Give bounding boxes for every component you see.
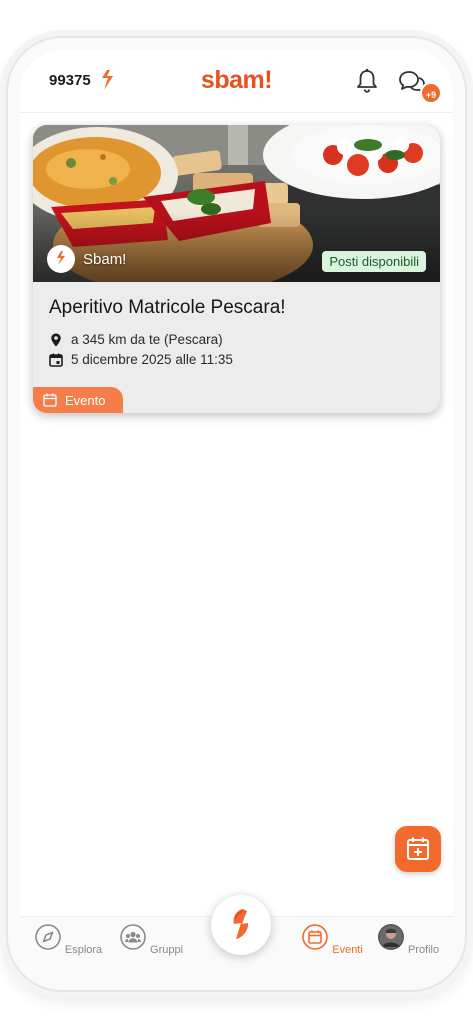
- chat-badge: +9: [420, 82, 442, 104]
- location-pin-icon: [51, 333, 61, 346]
- event-date: 5 dicembre 2025 alle 11:35: [71, 352, 233, 367]
- nav-sbam-home[interactable]: [211, 895, 271, 955]
- power-button: [468, 340, 473, 450]
- event-type-label: Evento: [65, 392, 106, 408]
- create-event-button[interactable]: [395, 826, 441, 872]
- header-divider: [20, 112, 453, 113]
- event-location: a 345 km da te (Pescara): [49, 332, 223, 347]
- event-distance: a 345 km da te (Pescara): [71, 332, 223, 347]
- calendar-add-icon: [407, 837, 429, 860]
- nav-gruppi[interactable]: Gruppi: [116, 923, 186, 956]
- nav-gruppi-label: Gruppi: [150, 944, 184, 956]
- calendar-outline-icon: [43, 393, 57, 407]
- sbam-bolt-icon: [233, 909, 249, 939]
- event-image: Sbam! Posti disponibili: [33, 125, 440, 282]
- sbam-logo-icon: [57, 251, 65, 265]
- app-header: 99375 sbam! +9: [20, 50, 453, 112]
- brand-logo: sbam!: [200, 66, 273, 94]
- nav-esplora-label: Esplora: [64, 944, 103, 956]
- organizer[interactable]: Sbam!: [47, 245, 126, 273]
- nav-profilo[interactable]: Profilo: [373, 923, 443, 956]
- event-type-tag: Evento: [33, 387, 123, 413]
- notification-bell-icon[interactable]: [355, 68, 379, 94]
- nav-eventi[interactable]: Eventi: [297, 923, 367, 956]
- availability-badge: Posti disponibili: [322, 251, 426, 272]
- nav-esplora[interactable]: Esplora: [33, 923, 103, 956]
- volume-down-button: [0, 322, 5, 392]
- compass-icon: [35, 924, 61, 950]
- volume-up-button: [0, 252, 5, 288]
- app-screen: 99375 sbam! +9 Sbam! Posti disponibili A…: [20, 50, 453, 988]
- event-title: Aperitivo Matricole Pescara!: [49, 297, 286, 318]
- organizer-name: Sbam!: [83, 250, 127, 268]
- calendar-icon: [49, 353, 63, 367]
- nav-eventi-label: Eventi: [332, 944, 363, 956]
- bottom-navigation: Esplora Gruppi Eventi Profilo: [20, 895, 453, 988]
- calendar-icon: [302, 924, 328, 950]
- event-datetime: 5 dicembre 2025 alle 11:35: [49, 352, 233, 367]
- organizer-logo: [47, 245, 75, 273]
- group-icon: [120, 924, 146, 950]
- avatar-icon: [377, 924, 404, 950]
- nav-profilo-label: Profilo: [407, 944, 440, 956]
- side-button: [0, 412, 5, 478]
- event-card[interactable]: Sbam! Posti disponibili Aperitivo Matric…: [33, 125, 440, 413]
